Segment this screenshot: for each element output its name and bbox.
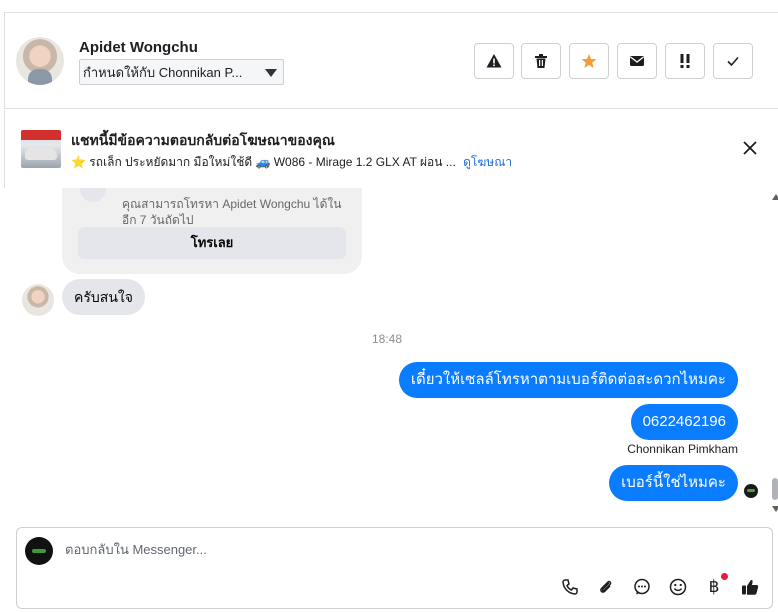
like-button[interactable]	[739, 576, 761, 598]
delete-button[interactable]	[521, 43, 561, 79]
phone-icon	[80, 188, 106, 202]
banner-title: แชทนี้มีข้อความตอบกลับต่อโฆษณาของคุณ	[71, 132, 335, 148]
reply-composer: ฿	[16, 527, 773, 609]
ad-reply-banner: แชทนี้มีข้อความตอบกลับต่อโฆษณาของคุณ ⭐ ร…	[4, 110, 778, 188]
ad-thumbnail[interactable]	[21, 130, 61, 168]
outgoing-message: 0622462196	[630, 404, 738, 440]
contact-avatar	[16, 37, 64, 85]
call-card: คุณสามารถโทรหา Apidet Wongchu ได้ในอีก 7…	[62, 188, 362, 274]
scrollbar-thumb[interactable]	[772, 478, 778, 500]
smiley-icon	[669, 578, 687, 596]
call-button[interactable]	[559, 576, 581, 598]
outgoing-message: เบอร์นี้ใช่ไหมคะ	[609, 465, 738, 501]
payment-button[interactable]: ฿	[703, 573, 728, 598]
page-avatar	[25, 537, 53, 565]
seen-avatar	[744, 484, 758, 498]
scroll-up-arrow[interactable]	[772, 194, 778, 200]
baht-icon: ฿	[708, 577, 720, 596]
follow-up-button[interactable]	[665, 43, 705, 79]
contact-name: Apidet Wongchu	[79, 39, 198, 56]
paperclip-icon	[600, 580, 612, 593]
phone-icon	[562, 579, 578, 595]
chevron-down-icon	[265, 69, 277, 77]
incoming-message: ครับสนใจ	[62, 279, 145, 315]
mark-unread-button[interactable]	[617, 43, 657, 79]
message-timestamp: 18:48	[371, 332, 403, 346]
message-thread[interactable]: คุณสามารถโทรหา Apidet Wongchu ได้ในอีก 7…	[4, 188, 770, 518]
view-ad-link[interactable]: ดูโฆษณา	[463, 155, 512, 169]
exclamation-icon	[680, 54, 690, 68]
assign-dropdown-label: กำหนดให้กับ Chonnikan P...	[83, 65, 243, 80]
emoji-button[interactable]	[667, 576, 689, 598]
scroll-down-arrow[interactable]	[772, 506, 778, 512]
mark-done-button[interactable]	[713, 43, 753, 79]
car-image	[25, 148, 57, 160]
warning-icon	[486, 54, 502, 68]
contact-avatar-small	[22, 284, 54, 316]
star-icon	[581, 54, 597, 68]
star-button[interactable]	[569, 43, 609, 79]
reply-input[interactable]	[65, 542, 665, 557]
saved-replies-button[interactable]	[631, 576, 653, 598]
call-card-text: คุณสามารถโทรหา Apidet Wongchu ได้ในอีก 7…	[122, 197, 342, 227]
chat-bubble-icon	[634, 578, 650, 595]
call-now-button[interactable]: โทรเลย	[78, 227, 346, 259]
sender-name: Chonnikan Pimkham	[627, 442, 738, 456]
price-tag	[21, 130, 61, 140]
close-icon[interactable]	[742, 140, 758, 156]
notification-dot	[721, 573, 728, 580]
checkmark-icon	[727, 56, 739, 67]
mark-spam-button[interactable]	[474, 43, 514, 79]
thumbs-up-icon	[742, 580, 759, 595]
banner-subtitle: ⭐ รถเล็ก ประหยัดมาก มือใหม่ใช้ดี 🚙 W086 …	[71, 153, 512, 172]
attach-button[interactable]	[595, 576, 617, 598]
envelope-icon	[630, 56, 644, 66]
trash-icon	[535, 54, 547, 68]
conversation-header: Apidet Wongchu กำหนดให้กับ Chonnikan P..…	[4, 12, 778, 109]
assign-dropdown[interactable]: กำหนดให้กับ Chonnikan P...	[79, 59, 284, 85]
outgoing-message: เดี๋ยวให้เซลล์โทรหาตามเบอร์ติดต่อสะดวกไห…	[398, 362, 738, 398]
ad-description: ⭐ รถเล็ก ประหยัดมาก มือใหม่ใช้ดี 🚙 W086 …	[71, 155, 456, 169]
